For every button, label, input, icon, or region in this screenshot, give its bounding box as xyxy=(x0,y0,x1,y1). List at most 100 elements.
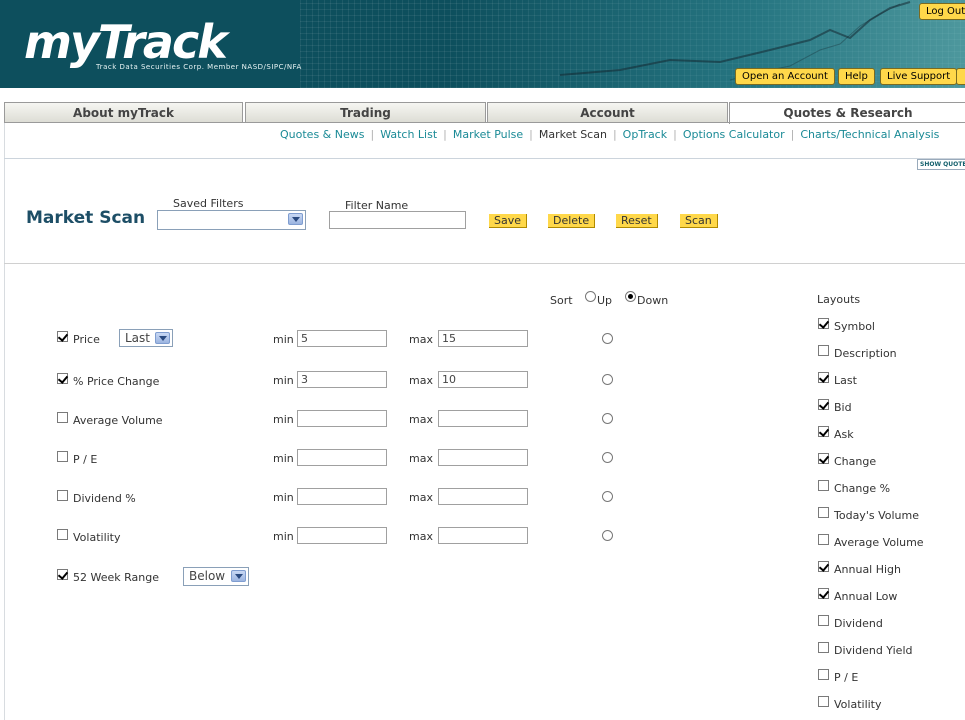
layout-checkbox[interactable] xyxy=(818,426,829,437)
layout-label: Ask xyxy=(834,428,854,441)
saved-filters-label: Saved Filters xyxy=(173,197,244,210)
help-button[interactable]: Help xyxy=(838,68,875,85)
week-range-select[interactable]: Below xyxy=(183,567,249,586)
filter-name-input[interactable] xyxy=(329,211,466,229)
layout-checkbox[interactable] xyxy=(818,615,829,626)
criteria-label: % Price Change xyxy=(73,375,160,388)
layout-label: Change xyxy=(834,455,877,468)
logout-button[interactable]: Log Out xyxy=(919,3,965,20)
subnav-quotes-news[interactable]: Quotes & News xyxy=(280,128,364,141)
reset-button[interactable]: Reset xyxy=(616,214,658,228)
average-volume-max-input[interactable] xyxy=(438,410,528,427)
left-border xyxy=(4,123,5,720)
price-change-max-input[interactable]: 10 xyxy=(438,371,528,388)
min-label: min xyxy=(273,491,294,504)
min-label: min xyxy=(273,413,294,426)
volatility-max-input[interactable] xyxy=(438,527,528,544)
price-checkbox[interactable] xyxy=(57,331,68,342)
layout-checkbox[interactable] xyxy=(818,642,829,653)
subnav-separator: | xyxy=(529,128,533,141)
pe-checkbox[interactable] xyxy=(57,451,68,462)
price-max-input[interactable]: 15 xyxy=(438,330,528,347)
open-account-button[interactable]: Open an Account xyxy=(735,68,835,85)
pe-max-input[interactable] xyxy=(438,449,528,466)
sort-down-radio[interactable] xyxy=(625,291,636,302)
layout-checkbox[interactable] xyxy=(818,318,829,329)
sort-up-radio[interactable] xyxy=(585,291,596,302)
tab-trading[interactable]: Trading xyxy=(245,102,486,123)
week-range-checkbox[interactable] xyxy=(57,569,68,580)
layout-checkbox[interactable] xyxy=(818,345,829,356)
layout-checkbox[interactable] xyxy=(818,453,829,464)
layout-label: Symbol xyxy=(834,320,875,333)
page-title: Market Scan xyxy=(26,208,146,228)
more-button[interactable] xyxy=(956,68,965,85)
subnav-optrack[interactable]: OpTrack xyxy=(623,128,667,141)
mytrack-logo: myTrack xyxy=(24,15,228,69)
price-change-min-input[interactable]: 3 xyxy=(297,371,387,388)
max-label: max xyxy=(409,333,433,346)
average-volume-checkbox[interactable] xyxy=(57,412,68,423)
layout-checkbox[interactable] xyxy=(818,399,829,410)
scan-button[interactable]: Scan xyxy=(680,214,718,228)
pe-sort-radio[interactable] xyxy=(602,452,613,463)
volatility-sort-radio[interactable] xyxy=(602,530,613,541)
criteria-label: Price xyxy=(73,333,100,346)
tagline: Track Data Securities Corp. Member NASD/… xyxy=(96,63,302,71)
chevron-down-icon xyxy=(288,213,303,225)
delete-button[interactable]: Delete xyxy=(548,214,596,228)
layout-label: Volatility xyxy=(834,698,882,711)
min-label: min xyxy=(273,452,294,465)
dividend-checkbox[interactable] xyxy=(57,490,68,501)
layouts-title: Layouts xyxy=(817,293,861,306)
criteria-label: P / E xyxy=(73,453,98,466)
subnav-charts-technical-analysis[interactable]: Charts/Technical Analysis xyxy=(800,128,939,141)
layout-checkbox[interactable] xyxy=(818,480,829,491)
layout-checkbox[interactable] xyxy=(818,372,829,383)
layout-label: Today's Volume xyxy=(834,509,919,522)
subnav-market-scan[interactable]: Market Scan xyxy=(539,128,607,141)
max-label: max xyxy=(409,530,433,543)
average-volume-min-input[interactable] xyxy=(297,410,387,427)
price-sort-radio[interactable] xyxy=(602,333,613,344)
dividend-min-input[interactable] xyxy=(297,488,387,505)
layout-checkbox[interactable] xyxy=(818,669,829,680)
volatility-min-input[interactable] xyxy=(297,527,387,544)
subnav-market-pulse[interactable]: Market Pulse xyxy=(453,128,523,141)
sort-label: Sort xyxy=(550,294,573,307)
price-min-input[interactable]: 5 xyxy=(297,330,387,347)
section-divider xyxy=(4,263,965,264)
tab-about-mytrack[interactable]: About myTrack xyxy=(4,102,243,123)
chevron-down-icon xyxy=(231,570,246,582)
subnav-separator: | xyxy=(612,128,617,141)
max-label: max xyxy=(409,413,433,426)
dividend-max-input[interactable] xyxy=(438,488,528,505)
layout-checkbox[interactable] xyxy=(818,588,829,599)
show-quote-button[interactable]: SHOW QUOTE xyxy=(917,159,965,170)
volatility-checkbox[interactable] xyxy=(57,529,68,540)
price-type-select[interactable]: Last xyxy=(119,329,173,347)
max-label: max xyxy=(409,452,433,465)
layout-checkbox[interactable] xyxy=(818,561,829,572)
layout-checkbox[interactable] xyxy=(818,534,829,545)
live-support-button[interactable]: Live Support xyxy=(880,68,958,85)
price-change-sort-radio[interactable] xyxy=(602,374,613,385)
layout-label: Annual Low xyxy=(834,590,898,603)
dividend-sort-radio[interactable] xyxy=(602,491,613,502)
price-change-checkbox[interactable] xyxy=(57,373,68,384)
subnav-watch-list[interactable]: Watch List xyxy=(380,128,437,141)
tab-quotes-research[interactable]: Quotes & Research xyxy=(729,102,965,124)
saved-filters-select[interactable] xyxy=(157,210,306,230)
chevron-down-icon xyxy=(155,332,170,344)
criteria-label: Average Volume xyxy=(73,414,163,427)
pe-min-input[interactable] xyxy=(297,449,387,466)
layout-label: Average Volume xyxy=(834,536,924,549)
save-button[interactable]: Save xyxy=(489,214,528,228)
subnav-separator: | xyxy=(673,128,677,141)
layout-checkbox[interactable] xyxy=(818,696,829,707)
subnav-options-calculator[interactable]: Options Calculator xyxy=(683,128,785,141)
layout-checkbox[interactable] xyxy=(818,507,829,518)
tab-account[interactable]: Account xyxy=(487,102,728,123)
sort-up-label: Up xyxy=(597,294,613,307)
average-volume-sort-radio[interactable] xyxy=(602,413,613,424)
